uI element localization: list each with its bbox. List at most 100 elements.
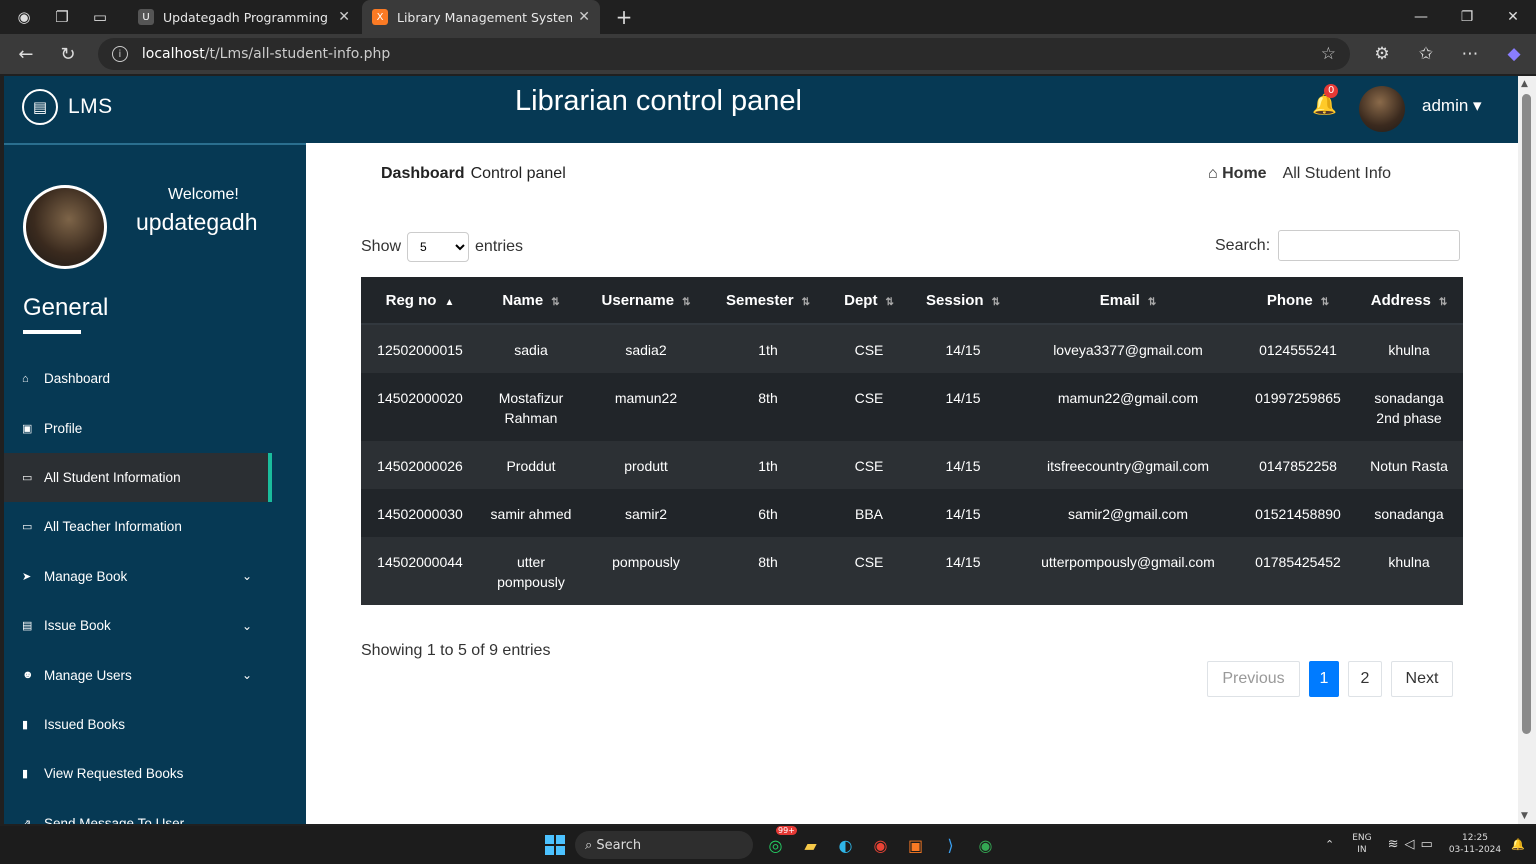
sidebar-item-issue-book[interactable]: ▤ Issue Book ⌄ bbox=[4, 601, 306, 650]
column-header-name[interactable]: Name ⇅ bbox=[479, 277, 583, 325]
column-header-reg-no[interactable]: Reg no ▲ bbox=[361, 277, 479, 325]
column-header-address[interactable]: Address ⇅ bbox=[1355, 277, 1463, 325]
tab-actions-icon[interactable]: ▭ bbox=[86, 3, 114, 31]
user-avatar bbox=[23, 185, 107, 269]
column-header-label: Username bbox=[601, 291, 675, 309]
whatsapp-icon[interactable]: ◎ 99+ bbox=[758, 826, 797, 858]
copilot-icon[interactable]: ◆ bbox=[1492, 44, 1536, 64]
page-2-button[interactable]: 2 bbox=[1348, 661, 1382, 697]
column-header-username[interactable]: Username ⇅ bbox=[583, 277, 709, 325]
sort-icon: ⇅ bbox=[682, 296, 691, 308]
column-header-label: Phone bbox=[1266, 291, 1313, 309]
url-field[interactable]: i localhost/t/Lms/all-student-info.php ☆ bbox=[97, 38, 1350, 70]
whatsapp-badge: 99+ bbox=[776, 826, 797, 835]
extensions-icon[interactable]: ⚙ bbox=[1360, 44, 1404, 64]
browser-tab-lms[interactable]: X Library Management System ✕ bbox=[362, 0, 600, 34]
back-icon[interactable]: ← bbox=[10, 38, 42, 70]
cell-phone: 01785425452 bbox=[1241, 537, 1355, 605]
xampp-icon[interactable]: ▣ bbox=[898, 832, 933, 858]
page-scrollbar[interactable]: ▲ ▼ bbox=[1518, 76, 1536, 824]
refresh-icon[interactable]: ↻ bbox=[52, 38, 84, 70]
sidebar-item-label: Send Message To User bbox=[44, 815, 185, 824]
sidebar-item-manage-book[interactable]: ➤ Manage Book ⌄ bbox=[4, 552, 306, 601]
column-header-dept[interactable]: Dept ⇅ bbox=[827, 277, 911, 325]
table-row: 14502000044 utter pompously pompously 8th CS… bbox=[361, 537, 1463, 605]
chevron-down-icon: ⌄ bbox=[241, 618, 252, 633]
sort-asc-icon: ▲ bbox=[444, 296, 455, 308]
tab-title: Library Management System bbox=[397, 9, 573, 25]
windows-start-icon[interactable] bbox=[545, 835, 565, 855]
cell-name: samir ahmed bbox=[479, 489, 583, 537]
notification-bell-icon[interactable]: 🔔 0 bbox=[1312, 84, 1339, 116]
restore-icon[interactable]: ❐ bbox=[1444, 0, 1490, 34]
previous-button[interactable]: Previous bbox=[1207, 661, 1300, 697]
entries-label: entries bbox=[475, 238, 524, 255]
column-header-session[interactable]: Session ⇅ bbox=[911, 277, 1015, 325]
welcome-text: Welcome! bbox=[168, 186, 239, 203]
sidebar-item-send-message[interactable]: ⇗ Send Message To User ⌄ bbox=[4, 799, 306, 824]
taskbar-search[interactable]: ⌕ Search bbox=[575, 831, 753, 859]
profile-icon[interactable]: ◉ bbox=[10, 3, 38, 31]
admin-dropdown[interactable]: admin ▾ bbox=[1422, 96, 1482, 116]
workspaces-icon[interactable]: ❐ bbox=[48, 3, 76, 31]
scroll-up-icon[interactable]: ▲ bbox=[1521, 79, 1528, 89]
minimize-icon[interactable]: — bbox=[1398, 0, 1444, 34]
sidebar-item-profile[interactable]: ▣ Profile bbox=[4, 403, 306, 452]
file-explorer-icon[interactable]: ▰ bbox=[793, 832, 828, 858]
sidebar-item-label: Dashboard bbox=[44, 371, 111, 387]
chevron-up-icon[interactable]: ⌃ bbox=[1325, 838, 1334, 851]
scroll-down-icon[interactable]: ▼ bbox=[1521, 811, 1528, 821]
sidebar: Welcome! updategadh General ⌂ Dashboard ▣… bbox=[4, 143, 306, 824]
cell-reg-no: 12502000015 bbox=[361, 324, 479, 373]
sidebar-item-manage-users[interactable]: ☻ Manage Users ⌄ bbox=[4, 650, 306, 699]
home-icon: ⌂ bbox=[22, 372, 29, 385]
network-volume-battery-icons[interactable]: ≋◁▭ bbox=[1388, 837, 1439, 852]
chrome-profile-icon[interactable]: ◉ bbox=[968, 832, 1003, 858]
web-page: ▤ LMS Librarian control panel 🔔 0 admin … bbox=[4, 76, 1518, 824]
scrollbar-thumb[interactable] bbox=[1522, 94, 1531, 734]
close-icon[interactable]: ✕ bbox=[578, 9, 590, 25]
language-indicator[interactable]: ENG IN bbox=[1352, 832, 1371, 856]
cell-session: 14/15 bbox=[911, 373, 1015, 441]
sort-icon: ⇅ bbox=[801, 296, 810, 308]
sidebar-item-all-teacher-information[interactable]: ▭ All Teacher Information bbox=[4, 502, 306, 551]
browser-address-bar: ← ↻ i localhost/t/Lms/all-student-info.p… bbox=[0, 34, 1536, 74]
column-header-semester[interactable]: Semester ⇅ bbox=[709, 277, 827, 325]
favorites-icon[interactable]: ✩ bbox=[1404, 44, 1448, 64]
close-icon[interactable]: ✕ bbox=[338, 9, 350, 25]
users-icon: ☻ bbox=[22, 669, 34, 682]
more-icon[interactable]: ⋯ bbox=[1448, 44, 1492, 64]
cell-phone: 01521458890 bbox=[1241, 489, 1355, 537]
sidebar-item-issued-books[interactable]: ▮ Issued Books bbox=[4, 700, 306, 749]
browser-tab-updategadh[interactable]: U Updategadh Programming - Upd ✕ bbox=[128, 0, 360, 34]
cell-email: itsfreecountry@gmail.com bbox=[1015, 441, 1241, 489]
vscode-icon[interactable]: ⟩ bbox=[933, 832, 968, 858]
clock[interactable]: 12:25 03-11-2024 bbox=[1449, 832, 1501, 856]
column-header-email[interactable]: Email ⇅ bbox=[1015, 277, 1241, 325]
lms-logo[interactable]: ▤ LMS bbox=[22, 89, 113, 125]
search-input[interactable] bbox=[1278, 230, 1461, 261]
avatar[interactable] bbox=[1359, 86, 1405, 132]
cell-name: utter pompously bbox=[479, 537, 583, 605]
page-1-button[interactable]: 1 bbox=[1309, 661, 1339, 697]
notification-icon[interactable]: 🔔 bbox=[1511, 838, 1525, 851]
site-info-icon[interactable]: i bbox=[111, 46, 128, 62]
entries-select[interactable]: 5 bbox=[407, 232, 470, 262]
new-tab-icon[interactable]: + bbox=[610, 5, 638, 29]
sidebar-item-all-student-information[interactable]: ▭ All Student Information bbox=[4, 452, 272, 503]
edge-icon[interactable]: ◐ bbox=[828, 832, 863, 858]
chrome-icon[interactable]: ◉ bbox=[863, 832, 898, 858]
sidebar-item-view-requested-books[interactable]: ▮ View Requested Books bbox=[4, 749, 306, 798]
favorite-star-icon[interactable]: ☆ bbox=[1321, 44, 1336, 64]
close-window-icon[interactable]: ✕ bbox=[1490, 0, 1536, 34]
sidebar-item-label: All Student Information bbox=[44, 469, 181, 485]
sidebar-item-dashboard[interactable]: ⌂ Dashboard bbox=[4, 354, 306, 403]
book-icon: ▤ bbox=[22, 89, 58, 125]
cell-dept: CSE bbox=[827, 373, 911, 441]
next-button[interactable]: Next bbox=[1391, 661, 1453, 697]
column-header-phone[interactable]: Phone ⇅ bbox=[1241, 277, 1355, 325]
breadcrumb-home[interactable]: ⌂ Home bbox=[1208, 165, 1267, 182]
sidebar-item-label: Issue Book bbox=[44, 618, 111, 634]
cell-semester: 8th bbox=[709, 373, 827, 441]
sort-icon: ⇅ bbox=[1147, 296, 1157, 308]
